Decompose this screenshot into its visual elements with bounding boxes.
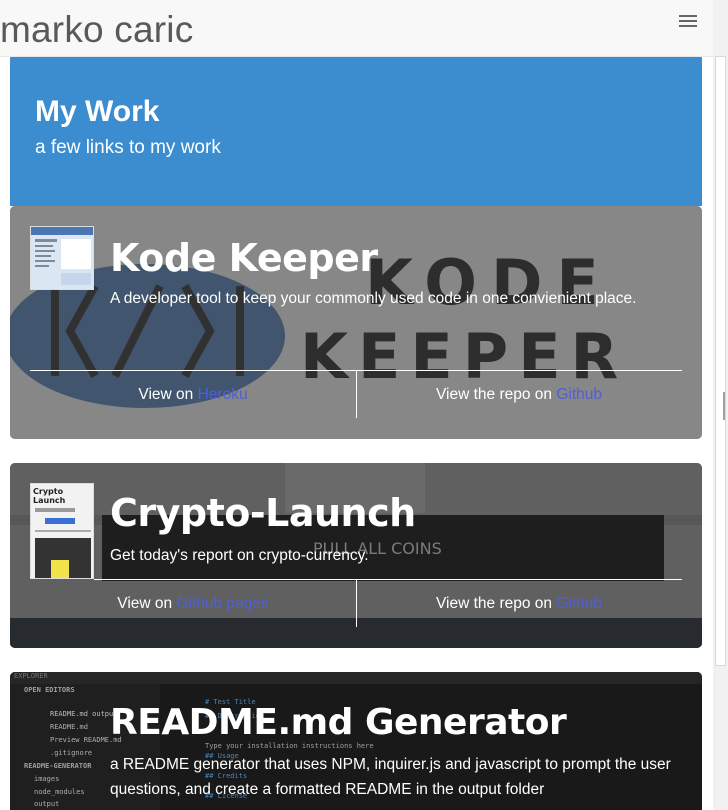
project-description: A developer tool to keep your commonly u… (110, 290, 637, 307)
project-description: Get today's report on crypto-currency. (110, 547, 369, 564)
heroku-link[interactable]: Heroku (198, 386, 248, 403)
hero-title: My Work (35, 95, 160, 128)
project-title: README.md Generator (110, 702, 567, 743)
view-repo-link-cell: View the repo on Github (435, 595, 603, 612)
scrollbar[interactable] (713, 0, 728, 810)
view-on-github-pages-link-cell: View on Github pages (117, 595, 269, 612)
kode-keeper-thumbnail (30, 226, 94, 290)
project-title: Kode Keeper (110, 236, 378, 280)
github-repo-link[interactable]: Github (556, 595, 602, 612)
crypto-launch-thumbnail: Crypto Launch (30, 483, 94, 579)
brand-title[interactable]: marko caric (0, 9, 193, 51)
view-repo-link-cell: View the repo on Github (435, 386, 603, 403)
project-title: Crypto-Launch (110, 491, 416, 535)
svg-text:Launch: Launch (33, 496, 66, 505)
project-description: a README generator that uses NPM, inquir… (110, 756, 671, 798)
scrollbar-thumb[interactable] (715, 56, 726, 666)
hero-banner: My Work a few links to my work (10, 57, 702, 206)
project-card-readme-generator: EXPLORER OPEN EDITORS README.md output R… (10, 672, 702, 810)
project-card-kode-keeper: KODE KEEPER Kode Keeper A developer tool… (10, 206, 702, 439)
github-pages-link[interactable]: Github pages (176, 595, 268, 612)
thumb-title-text: Crypto (33, 487, 64, 496)
hero-subtitle: a few links to my work (35, 137, 221, 158)
resize-grip-icon[interactable] (723, 392, 725, 420)
github-repo-link[interactable]: Github (556, 386, 602, 403)
project-card-crypto-launch: PULL ALL COINS Crypto Launch Crypto-Laun… (10, 463, 702, 648)
view-on-heroku-link-cell: View on Heroku (138, 386, 248, 403)
navbar: marko caric (0, 0, 713, 57)
hamburger-menu-icon[interactable] (679, 15, 697, 29)
